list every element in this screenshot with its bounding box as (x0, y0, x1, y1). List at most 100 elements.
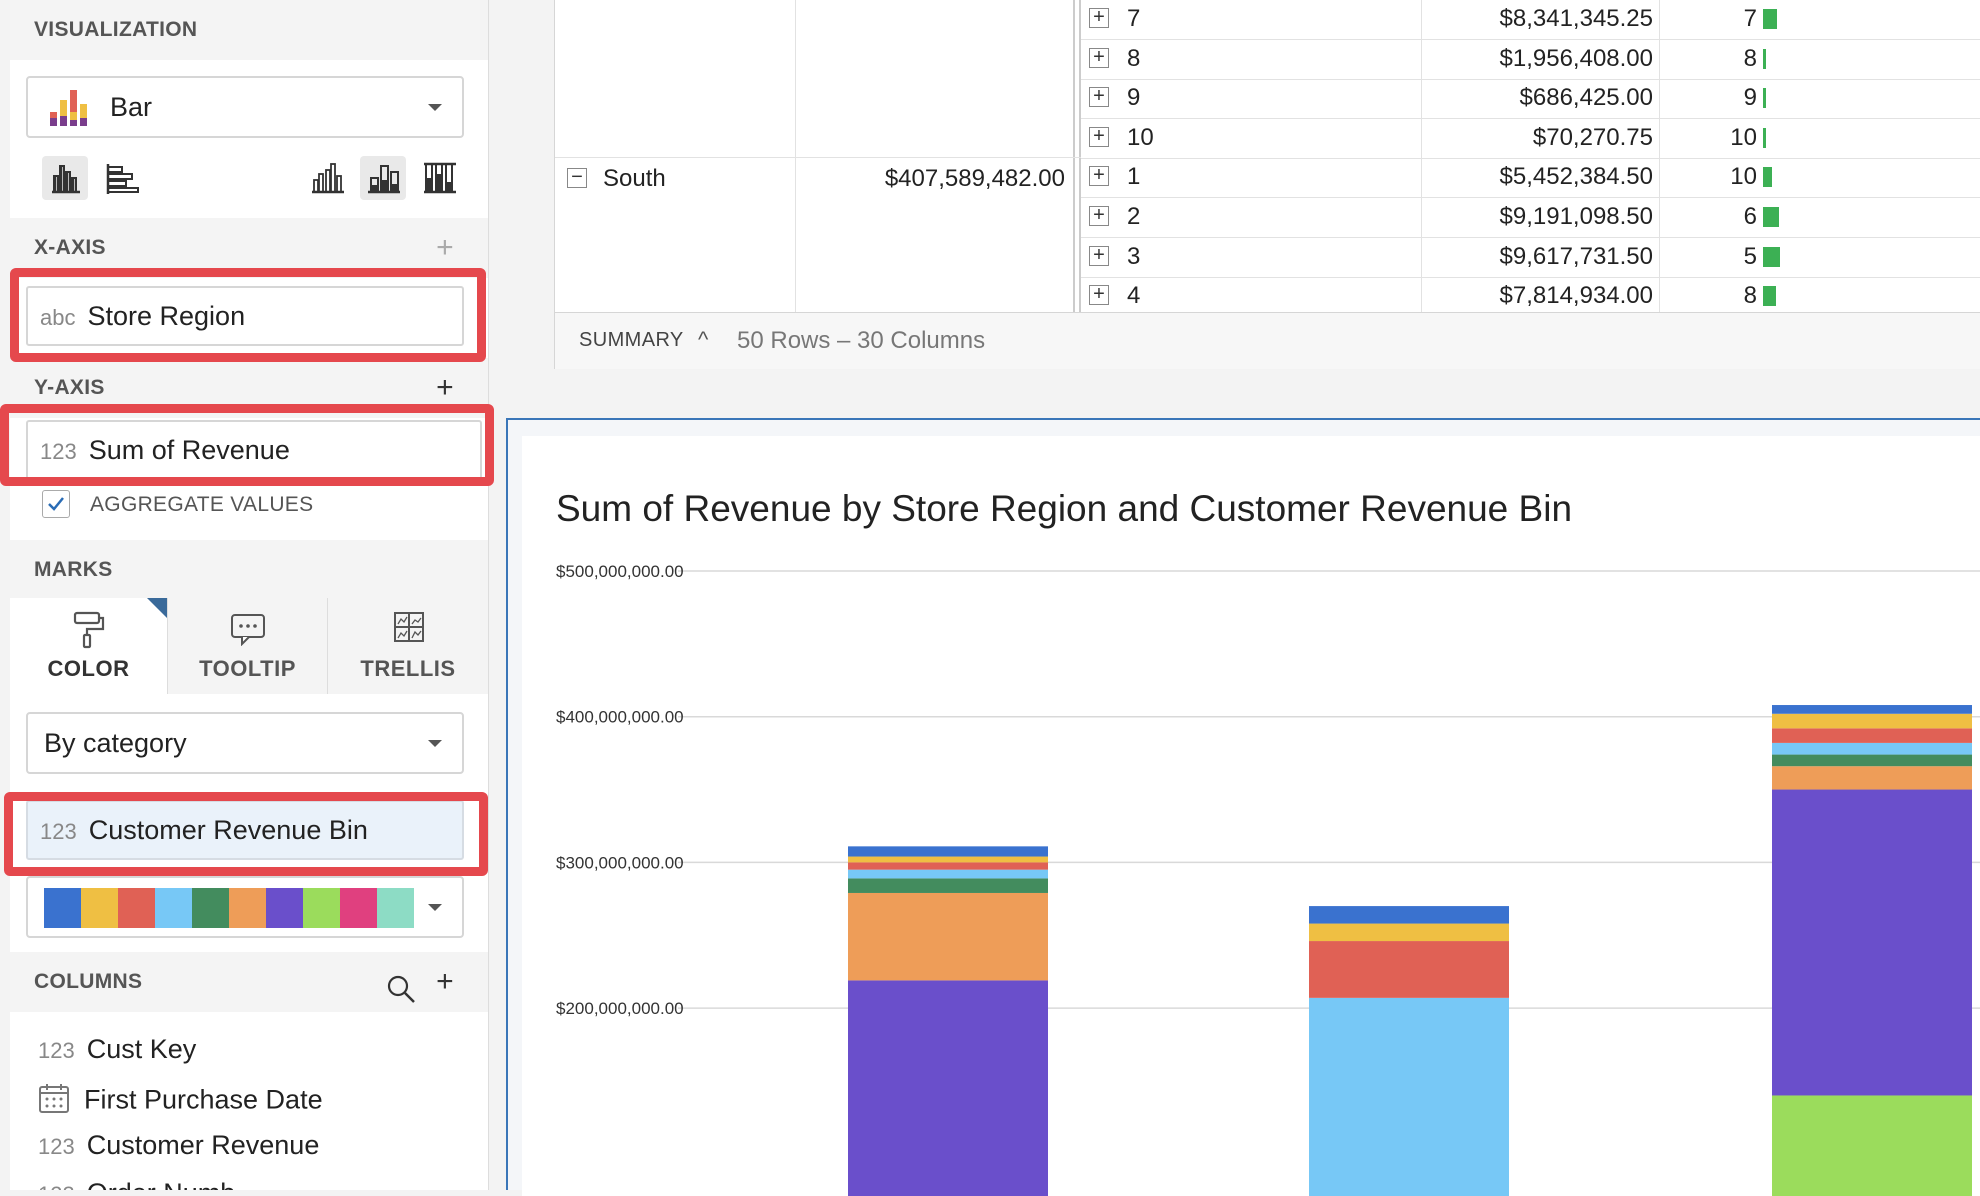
revenue-cell: $8,341,345.25 (1499, 5, 1653, 32)
column-item[interactable]: 123 Order Numb (38, 1178, 235, 1190)
color-mode-select[interactable]: By category (26, 712, 464, 774)
palette-swatch (303, 888, 340, 928)
bar-segment[interactable] (848, 878, 1048, 893)
tab-trellis[interactable]: TRELLIS (328, 598, 488, 694)
bar-segment[interactable] (848, 856, 1048, 863)
bin-cell: 3 (1127, 242, 1141, 270)
column-item[interactable]: First Purchase Date (38, 1082, 323, 1121)
col-divider (795, 0, 796, 312)
bar-segment[interactable] (1772, 1095, 1972, 1196)
aggregate-values-label: AGGREGATE VALUES (90, 493, 314, 516)
column-item[interactable]: 123 Customer Revenue (38, 1130, 319, 1161)
checkmark-icon (48, 497, 64, 511)
rank-bar (1763, 9, 1777, 29)
field-type-number: 123 (38, 1134, 75, 1159)
chevron-down-icon (428, 740, 442, 747)
expand-row-icon[interactable]: + (1089, 245, 1109, 266)
palette-swatch (81, 888, 118, 928)
revenue-cell: $686,425.00 (1519, 84, 1653, 112)
bar-segment[interactable] (1309, 923, 1509, 942)
tab-tooltip[interactable]: TOOLTIP (168, 598, 328, 694)
expand-row-icon[interactable]: + (1089, 7, 1109, 28)
revenue-cell: $1,956,408.00 (1499, 44, 1653, 72)
search-icon[interactable] (386, 968, 416, 1028)
bin-cell: 2 (1127, 203, 1141, 230)
rank-bar (1763, 127, 1766, 148)
palette-swatch (192, 888, 229, 928)
palette-swatch (155, 888, 192, 928)
palette-swatch (44, 888, 81, 928)
column-item[interactable]: 123 Cust Key (38, 1034, 196, 1065)
collapse-group-icon[interactable]: − (567, 167, 587, 188)
palette-swatch (377, 888, 414, 928)
bar-segment[interactable] (848, 980, 1048, 1196)
field-type-number: 123 (38, 1038, 75, 1063)
revenue-cell: $7,814,934.00 (1499, 282, 1653, 310)
highlight-y-axis (0, 404, 494, 486)
chart-type-select[interactable]: Bar (26, 76, 464, 138)
speech-bubble-icon (230, 612, 266, 652)
bar-segment[interactable] (1772, 766, 1972, 790)
tab-color[interactable]: COLOR (10, 598, 168, 694)
field-type-number: 123 (38, 1182, 75, 1190)
expand-row-icon[interactable]: + (1089, 165, 1109, 187)
column-label: Customer Revenue (86, 1130, 320, 1160)
row-divider (1081, 118, 1980, 120)
palette-swatch (118, 888, 155, 928)
bar-segment[interactable] (848, 846, 1048, 857)
chevron-down-icon (428, 904, 442, 911)
grouped-bars-button[interactable] (304, 156, 350, 200)
bar-segment[interactable] (1772, 728, 1972, 743)
bar-segment[interactable] (848, 892, 1048, 981)
bar-segment[interactable] (1309, 941, 1509, 998)
rank-bar (1763, 207, 1779, 227)
rank-bar (1763, 48, 1766, 69)
expand-row-icon[interactable]: + (1089, 47, 1109, 68)
bar-segment[interactable] (1772, 754, 1972, 767)
expand-row-icon[interactable]: + (1089, 284, 1109, 306)
bar-segment[interactable] (848, 862, 1048, 870)
expand-row-icon[interactable]: + (1089, 126, 1109, 147)
tab-trellis-label: TRELLIS (360, 656, 456, 681)
add-column-icon[interactable]: + (436, 952, 454, 1012)
marks-heading: MARKS (10, 540, 488, 600)
full-stacked-bars-button[interactable] (416, 156, 462, 200)
visualization-heading: VISUALIZATION (10, 0, 488, 60)
vertical-bars-button[interactable] (42, 156, 88, 200)
column-label: Cust Key (86, 1034, 197, 1064)
bin-cell: 7 (1127, 5, 1141, 32)
bar-segment[interactable] (848, 869, 1048, 879)
col-divider (1073, 0, 1075, 312)
expand-row-icon[interactable]: + (1089, 205, 1109, 226)
bar-segment[interactable] (1772, 705, 1972, 714)
bar-segment[interactable] (1309, 906, 1509, 924)
stacked-bar-chart: $500,000,000.00 $400,000,000.00 $300,000,0… (556, 562, 1980, 1196)
summary-bar[interactable]: SUMMARY ^ 50 Rows – 30 Columns (555, 312, 1980, 369)
row-divider (1081, 237, 1980, 238)
stacked-bars-button[interactable] (360, 156, 406, 200)
expand-row-icon[interactable]: + (1089, 86, 1109, 108)
bar-segment[interactable] (1772, 789, 1972, 1096)
col-divider (1079, 0, 1081, 312)
rank-bar (1763, 167, 1772, 188)
palette-swatch (229, 888, 266, 928)
color-mode-label: By category (44, 728, 187, 758)
full-stacked-bars-icon (424, 162, 456, 194)
y-tick-label: $400,000,000.00 (556, 708, 684, 727)
chevron-down-icon (428, 104, 442, 111)
group-total-cell: $407,589,482.00 (884, 165, 1065, 192)
aggregate-values-checkbox[interactable] (42, 490, 70, 518)
chart-card[interactable]: Sum of Revenue by Store Region and Custo… (506, 418, 1980, 1196)
rank-cell: 6 (1743, 203, 1757, 230)
group-divider (555, 157, 1081, 158)
palette-select[interactable] (26, 876, 464, 938)
highlight-color-field (4, 792, 488, 876)
bar-segment[interactable] (1772, 713, 1972, 729)
row-divider (1081, 157, 1980, 159)
caret-up-icon[interactable]: ^ (698, 327, 708, 353)
bar-segment[interactable] (1772, 742, 1972, 755)
rank-bar (1763, 286, 1776, 307)
col-divider (1421, 0, 1422, 312)
horizontal-bars-button[interactable] (98, 156, 144, 200)
bar-segment[interactable] (1309, 997, 1509, 1196)
